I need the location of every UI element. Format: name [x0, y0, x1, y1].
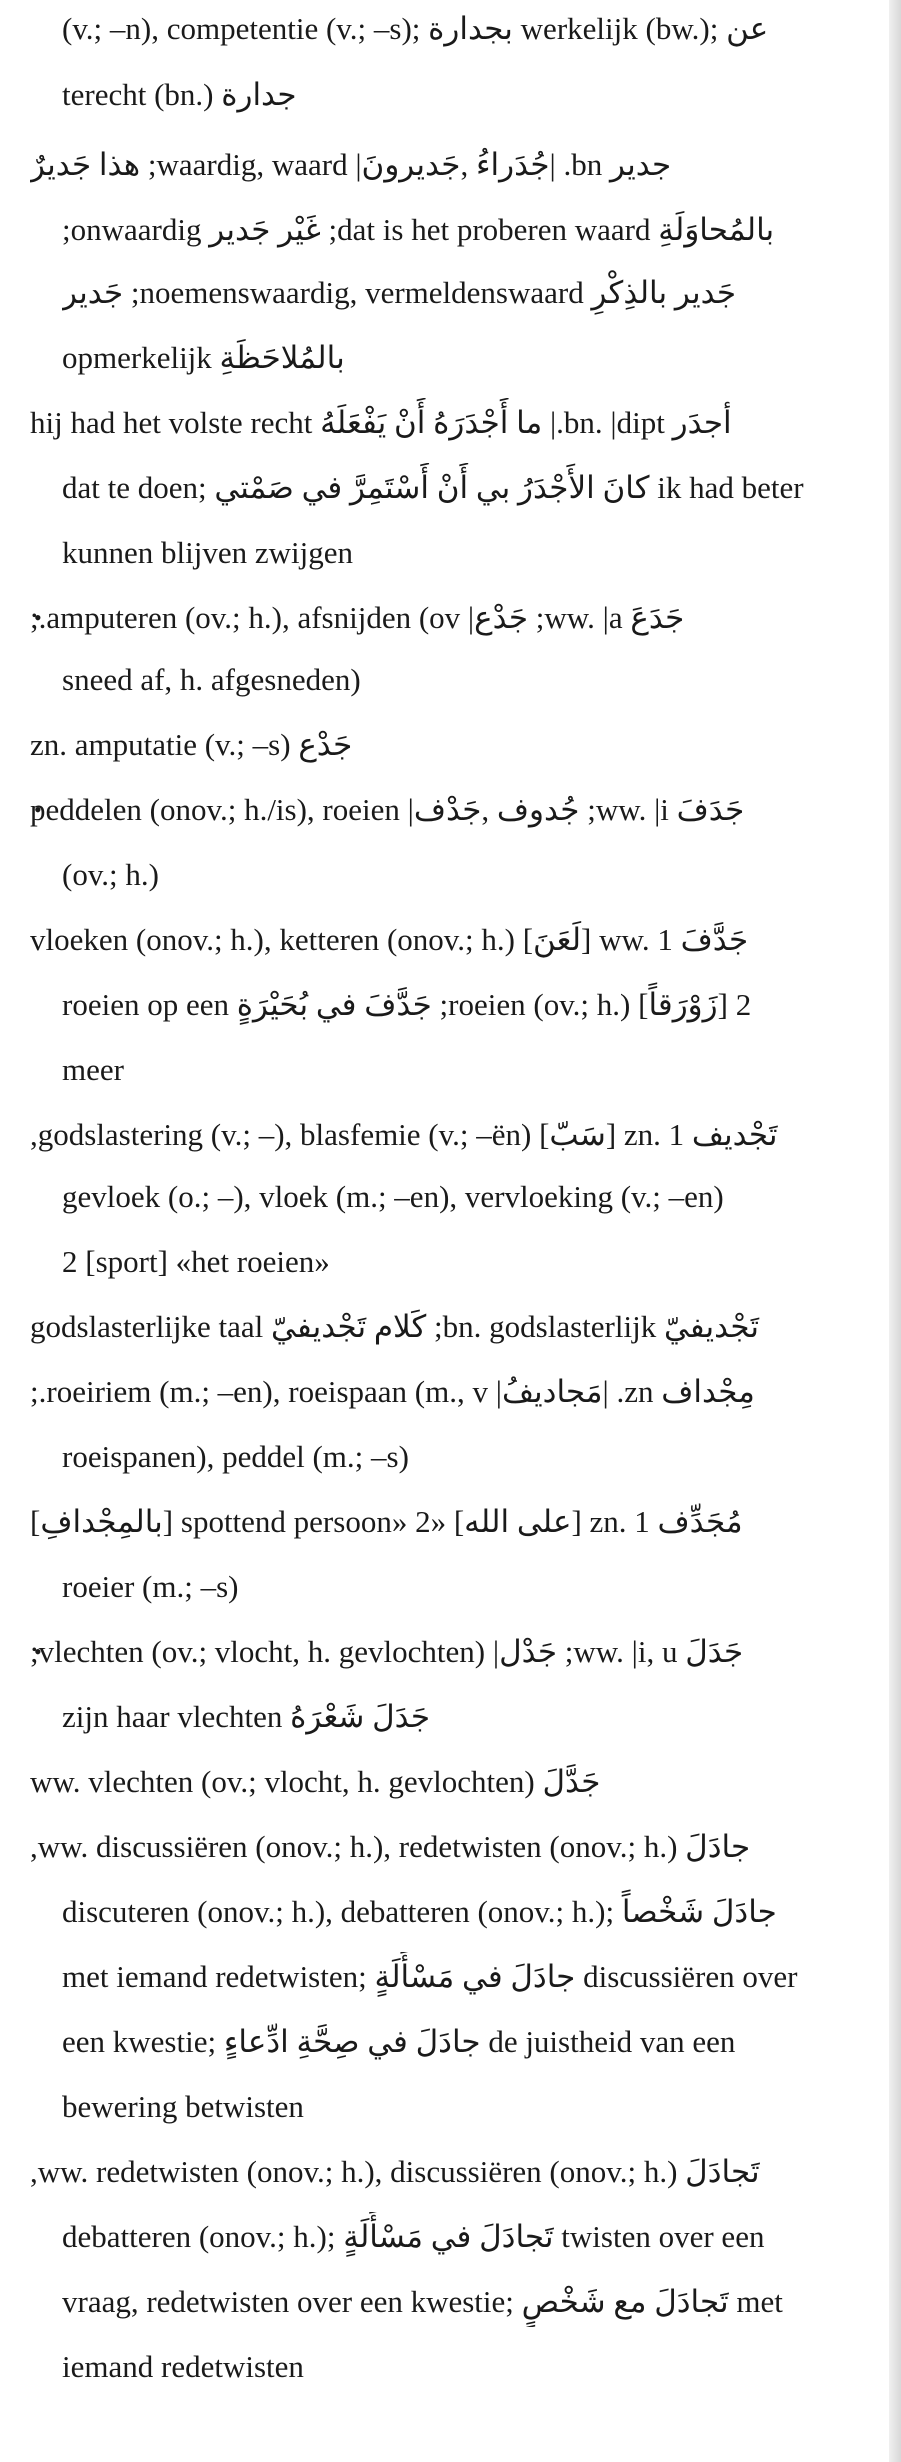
entry-headline: جَدَّفَ ww. 1 [لَعَنَ] vloeken (onov.; h… [30, 915, 901, 965]
entry-text: جَدَّفَ ww. 1 [لَعَنَ] vloeken (onov.; h… [30, 922, 749, 957]
entry-continuation: roeispanen), peddel (m.; –s) [62, 1432, 901, 1482]
entry-text: جَدَعَ ww. |a; جَدْع| amputeren (ov.; h.… [30, 600, 685, 635]
entry-text: (ov.; h.) [62, 857, 159, 892]
entry-continuation: بالمُلاحَظَةِ opmerkelijk [62, 333, 901, 383]
entry-text: جدارة terecht (bn.) [62, 77, 297, 112]
entry-continuation: meer [62, 1045, 901, 1095]
entry-text: جَدَّلَ ww. vlechten (ov.; vlocht, h. ge… [30, 1764, 601, 1799]
entry-text: debatteren (onov.; h.); تَجادَلَ في مَسْ… [62, 2219, 765, 2254]
entry-continuation: een kwestie; جادَلَ في صِحَّةِ ادِّعاءٍ … [62, 2017, 901, 2067]
entry-text: بالمُحاوَلَةِ dat is het proberen waard;… [62, 212, 775, 247]
entry-text: تَجْديفيّ bn. godslasterlijk; كَلام تَجْ… [30, 1309, 760, 1344]
entry-headline: جادَلَ ww. discussiëren (onov.; h.), red… [30, 1822, 901, 1872]
dictionary-page: (v.; –n), competentie (v.; –s); بجدارة w… [0, 0, 901, 2462]
entry-continuation: debatteren (onov.; h.); تَجادَلَ في مَسْ… [62, 2212, 901, 2262]
entry-text: met iemand redetwisten; جادَلَ في مَسْأَ… [62, 1959, 798, 1994]
entry-text: جدير bn. |جُدَراءُ ,جَديرونَ| waardig, w… [30, 147, 672, 182]
entry-headline: جَدْع zn. amputatie (v.; –s) [30, 720, 901, 770]
entry-continuation: gevloek (o.; –), vloek (m.; –en), vervlo… [62, 1172, 901, 1222]
entry-text: een kwestie; جادَلَ في صِحَّةِ ادِّعاءٍ … [62, 2024, 736, 2059]
entry-text: discuteren (onov.; h.), debatteren (onov… [62, 1894, 777, 1929]
entry-text: جَدْع zn. amputatie (v.; –s) [30, 727, 353, 762]
entry-headline: مِجْداف zn. |مَجاديفُ| roeiriem (m.; –en… [30, 1367, 901, 1417]
entry-continuation: vraag, redetwisten over een kwestie; تَج… [62, 2277, 901, 2327]
entry-text: dat te doen; كانَ الأَجْدَرُ بي أَنْ أَس… [62, 470, 804, 505]
root-bullet: • [34, 797, 42, 822]
root-bullet: • [34, 1639, 42, 1664]
entry-text: مِجْداف zn. |مَجاديفُ| roeiriem (m.; –en… [30, 1374, 755, 1409]
entry-continuation: discuteren (onov.; h.), debatteren (onov… [62, 1887, 901, 1937]
entry-headline: تَجْديفيّ bn. godslasterlijk; كَلام تَجْ… [30, 1302, 901, 1352]
entry-continuation: sneed af, h. afgesneden) [62, 655, 901, 705]
entry-text: جَدَلَ ww. |i, u; جَدْل| vlechten (ov.; … [30, 1634, 744, 1669]
entry-text: جَدير بالذِكْرِ noemenswaardig, vermelde… [62, 275, 737, 310]
entry-text: جادَلَ ww. discussiëren (onov.; h.), red… [30, 1829, 751, 1864]
entry-continuation: جدارة terecht (bn.) [62, 70, 901, 120]
entry-headline: أجدَر bn. |dipt.| ما أَجْدَرَهُ أَنْ يَف… [30, 398, 901, 448]
entry-text: أجدَر bn. |dipt.| ما أَجْدَرَهُ أَنْ يَف… [30, 405, 732, 440]
entry-text: 2 [sport] «het roeien» [62, 1244, 330, 1279]
entry-text: kunnen blijven zwijgen [62, 535, 353, 570]
entry-headline: • جَدَلَ ww. |i, u; جَدْل| vlechten (ov.;… [30, 1627, 901, 1677]
entry-text: roeispanen), peddel (m.; –s) [62, 1439, 409, 1474]
entry-continuation: 2 [sport] «het roeien» [62, 1237, 901, 1287]
entry-text: vraag, redetwisten over een kwestie; تَج… [62, 2284, 783, 2319]
entry-text: 2 [زَوْرَقاً] roeien (ov.; h.); جَدَّفَ … [62, 987, 752, 1022]
entry-continuation: جَدير بالذِكْرِ noemenswaardig, vermelde… [62, 268, 901, 318]
entry-text: bewering betwisten [62, 2089, 304, 2124]
entry-text: roeier (m.; –s) [62, 1569, 239, 1604]
entry-text: بالمُلاحَظَةِ opmerkelijk [62, 340, 345, 375]
entry-text: sneed af, h. afgesneden) [62, 662, 361, 697]
entry-headline: مُجَدِّف zn. 1 [على الله] «spottend pers… [30, 1497, 901, 1547]
entry-headline: جَدَّلَ ww. vlechten (ov.; vlocht, h. ge… [30, 1757, 901, 1807]
entry-text: جَدَفَ ww. |i; جُدوف ,جَدْف| peddelen (o… [30, 792, 745, 827]
entry-continuation: iemand redetwisten [62, 2342, 901, 2392]
root-bullet: • [34, 605, 42, 630]
entry-text: مُجَدِّف zn. 1 [على الله] «spottend pers… [30, 1504, 743, 1539]
entry-text: تَجْديف zn. 1 [سَبّ] godslastering (v.; … [30, 1117, 778, 1152]
entry-continuation: (ov.; h.) [62, 850, 901, 900]
entry-continuation: bewering betwisten [62, 2082, 901, 2132]
entry-continuation: met iemand redetwisten; جادَلَ في مَسْأَ… [62, 1952, 901, 2002]
entry-continuation: بالمُحاوَلَةِ dat is het proberen waard;… [62, 205, 901, 255]
entry-headline: تَجْديف zn. 1 [سَبّ] godslastering (v.; … [30, 1110, 901, 1160]
entry-text: iemand redetwisten [62, 2349, 304, 2384]
entry-text: جَدَلَ شَعْرَهُ zijn haar vlechten [62, 1699, 431, 1734]
entry-text: تَجادَلَ ww. redetwisten (onov.; h.), di… [30, 2154, 760, 2189]
entry-headline: • جَدَفَ ww. |i; جُدوف ,جَدْف| peddelen (… [30, 785, 901, 835]
entry-headline: جدير bn. |جُدَراءُ ,جَديرونَ| waardig, w… [30, 140, 901, 190]
entry-text: gevloek (o.; –), vloek (m.; –en), vervlo… [62, 1179, 724, 1214]
page-edge-shadow [889, 0, 901, 2462]
entry-headline: تَجادَلَ ww. redetwisten (onov.; h.), di… [30, 2147, 901, 2197]
entry-continuation: roeier (m.; –s) [62, 1562, 901, 1612]
entry-continuation: dat te doen; كانَ الأَجْدَرُ بي أَنْ أَس… [62, 463, 901, 513]
entry-continuation: kunnen blijven zwijgen [62, 528, 901, 578]
entry-text: meer [62, 1052, 124, 1087]
entry-headline: • جَدَعَ ww. |a; جَدْع| amputeren (ov.; h… [30, 593, 901, 643]
entry-continuation: 2 [زَوْرَقاً] roeien (ov.; h.); جَدَّفَ … [62, 980, 901, 1030]
entry-text: (v.; –n), competentie (v.; –s); بجدارة w… [62, 11, 769, 46]
entry-continuation: (v.; –n), competentie (v.; –s); بجدارة w… [62, 4, 901, 54]
entry-continuation: جَدَلَ شَعْرَهُ zijn haar vlechten [62, 1692, 901, 1742]
